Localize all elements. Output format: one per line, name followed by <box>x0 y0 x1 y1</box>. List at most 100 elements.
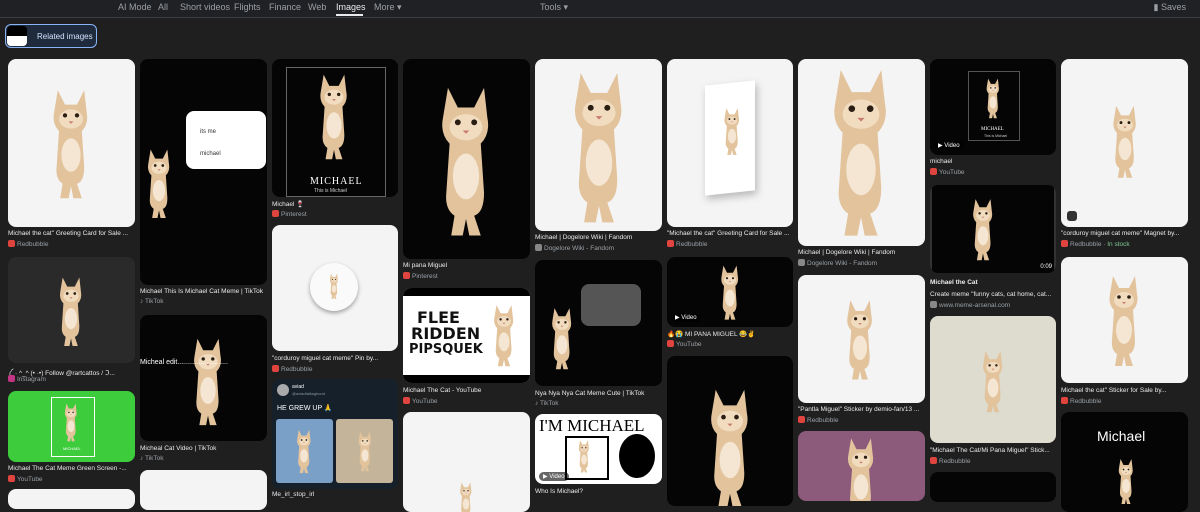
cat-image <box>847 438 874 501</box>
result-source-name: Redbubble <box>17 241 49 248</box>
cat-image <box>329 273 338 299</box>
result-source: Instagram <box>8 375 46 383</box>
result-source-name: Redbubble <box>1070 241 1102 248</box>
result-image: MICHAEL This is Michael <box>272 59 398 197</box>
result-source: www.meme-arsenal.com <box>930 301 1010 309</box>
result-image <box>1061 59 1188 227</box>
image-grid: Michael the cat" Greeting Card for Sale … <box>0 0 1200 512</box>
meme-text: PIPSQUEK <box>409 342 483 357</box>
cat-image <box>552 308 572 370</box>
cat-image <box>834 70 886 236</box>
result-image <box>798 431 925 501</box>
result-caption: "Michael the cat" Greeting Card for Sale… <box>667 230 790 237</box>
result-source: YouTube <box>930 168 965 176</box>
result-source-name: Dogelore Wiki - Fandom <box>807 260 878 267</box>
poster-subtitle: This is Michael <box>314 188 348 194</box>
result-source: Redbubble · In stock <box>1061 240 1130 248</box>
result-source-name: Redbubble <box>807 417 839 424</box>
result-source-name: TikTok <box>144 455 164 462</box>
result-source-name: YouTube <box>676 341 702 348</box>
cat-image <box>711 389 748 506</box>
result-source: ♪ TikTok <box>535 400 559 407</box>
tiktok-icon: ♪ <box>140 298 144 305</box>
result-source: Redbubble <box>272 365 312 373</box>
cat-image <box>983 351 1003 413</box>
play-icon: ▶ <box>938 143 943 149</box>
cat-image <box>721 265 739 320</box>
poster-title: MICHAEL <box>981 127 1004 132</box>
video-badge: ▶ Video <box>539 472 569 481</box>
result-source: Dogelore Wiki - Fandom <box>535 244 614 252</box>
result-source-name: Pinterest <box>412 273 438 280</box>
result-image: aviad @aviadtalksghood HE GREW UP 🙏 <box>272 379 398 489</box>
speech-bubble: its me michael <box>186 111 266 169</box>
result-caption: Michael the cat" Sticker for Sale by... <box>1061 387 1167 394</box>
cat-image <box>460 482 472 512</box>
result-caption: 🔥😭 MI PANA MIGUEL 😂✌ <box>667 331 756 338</box>
result-source-name: Redbubble <box>281 366 313 373</box>
result-caption: Me_irl_stop_irl <box>272 491 315 498</box>
bubble-text: michael <box>200 151 221 157</box>
result-source: ♪ TikTok <box>140 455 164 462</box>
redbubble-icon <box>798 416 805 423</box>
result-image <box>403 412 530 512</box>
result-source-name: www.meme-arsenal.com <box>939 302 1011 309</box>
result-source: Redbubble <box>930 457 970 465</box>
result-image <box>667 356 793 506</box>
cat-image <box>494 305 514 367</box>
redbubble-icon <box>667 240 674 247</box>
silhouette <box>619 434 655 478</box>
result-caption: "corduroy miguel cat meme" Pin by... <box>272 355 379 362</box>
fandom-icon <box>798 259 805 266</box>
result-source-name: TikTok <box>539 400 559 407</box>
cat-image <box>724 108 740 155</box>
result-source-name: YouTube <box>939 169 965 176</box>
result-caption: michael <box>930 158 953 165</box>
video-overlay-text: Micheal edit.......................... <box>140 359 228 366</box>
tiktok-icon: ♪ <box>140 455 144 462</box>
result-source: ♪ TikTok <box>140 298 164 305</box>
result-caption: Michael This Is Michael Cat Meme | TikTo… <box>140 288 263 295</box>
result-image <box>667 59 793 227</box>
cat-image <box>64 403 77 442</box>
cat-image <box>53 90 88 199</box>
result-image <box>272 225 398 351</box>
result-source: Redbubble <box>8 240 48 248</box>
tweet-text: HE GREW UP 🙏 <box>277 405 333 412</box>
result-image: MICHAEL <box>8 391 135 462</box>
letterbox <box>403 375 530 383</box>
result-caption: Michael The Cat - YouTube <box>403 387 482 394</box>
result-source: Redbubble <box>667 240 707 248</box>
result-image <box>535 59 662 231</box>
cat-image <box>358 431 371 472</box>
result-caption: Who Is Michael? <box>535 488 584 495</box>
cat-image <box>442 87 489 236</box>
result-caption: Michael | Dogelore Wiki | Fandom <box>798 249 896 256</box>
redbubble-icon <box>1061 240 1068 247</box>
result-caption: Micheal Cat Video | TikTok <box>140 445 217 452</box>
letterbox <box>403 288 530 296</box>
redbubble-icon <box>930 457 937 464</box>
result-source-name: Dogelore Wiki - Fandom <box>544 245 615 252</box>
result-caption: "Michael The Cat/Mi Pana Miguel" Stick..… <box>930 447 1050 454</box>
redbubble-icon <box>1061 397 1068 404</box>
youtube-icon <box>667 340 674 347</box>
result-image: FLEE RIDDEN PIPSQUEK <box>403 288 530 383</box>
result-source: Redbubble <box>1061 397 1101 405</box>
poster-subtitle: This is Michael <box>984 134 1008 138</box>
frame-label: MICHAEL <box>63 446 81 451</box>
result-source-name: Pinterest <box>281 211 307 218</box>
result-image: its me michael <box>140 59 267 285</box>
result-image <box>8 257 135 363</box>
result-caption: Michael The Cat Meme Green Screen -... <box>8 465 127 472</box>
result-caption: Create meme "funny cats, cat home, cat..… <box>930 291 1052 298</box>
result-source: Pinterest <box>272 210 307 218</box>
bubble-text: its me <box>200 129 217 135</box>
redbubble-icon <box>8 240 15 247</box>
result-image <box>535 260 662 386</box>
play-icon: ▶ <box>543 474 548 480</box>
youtube-icon <box>403 397 410 404</box>
video-badge-label: Video <box>681 315 697 321</box>
result-image: Michael <box>1061 412 1188 512</box>
result-source: YouTube <box>667 340 702 348</box>
